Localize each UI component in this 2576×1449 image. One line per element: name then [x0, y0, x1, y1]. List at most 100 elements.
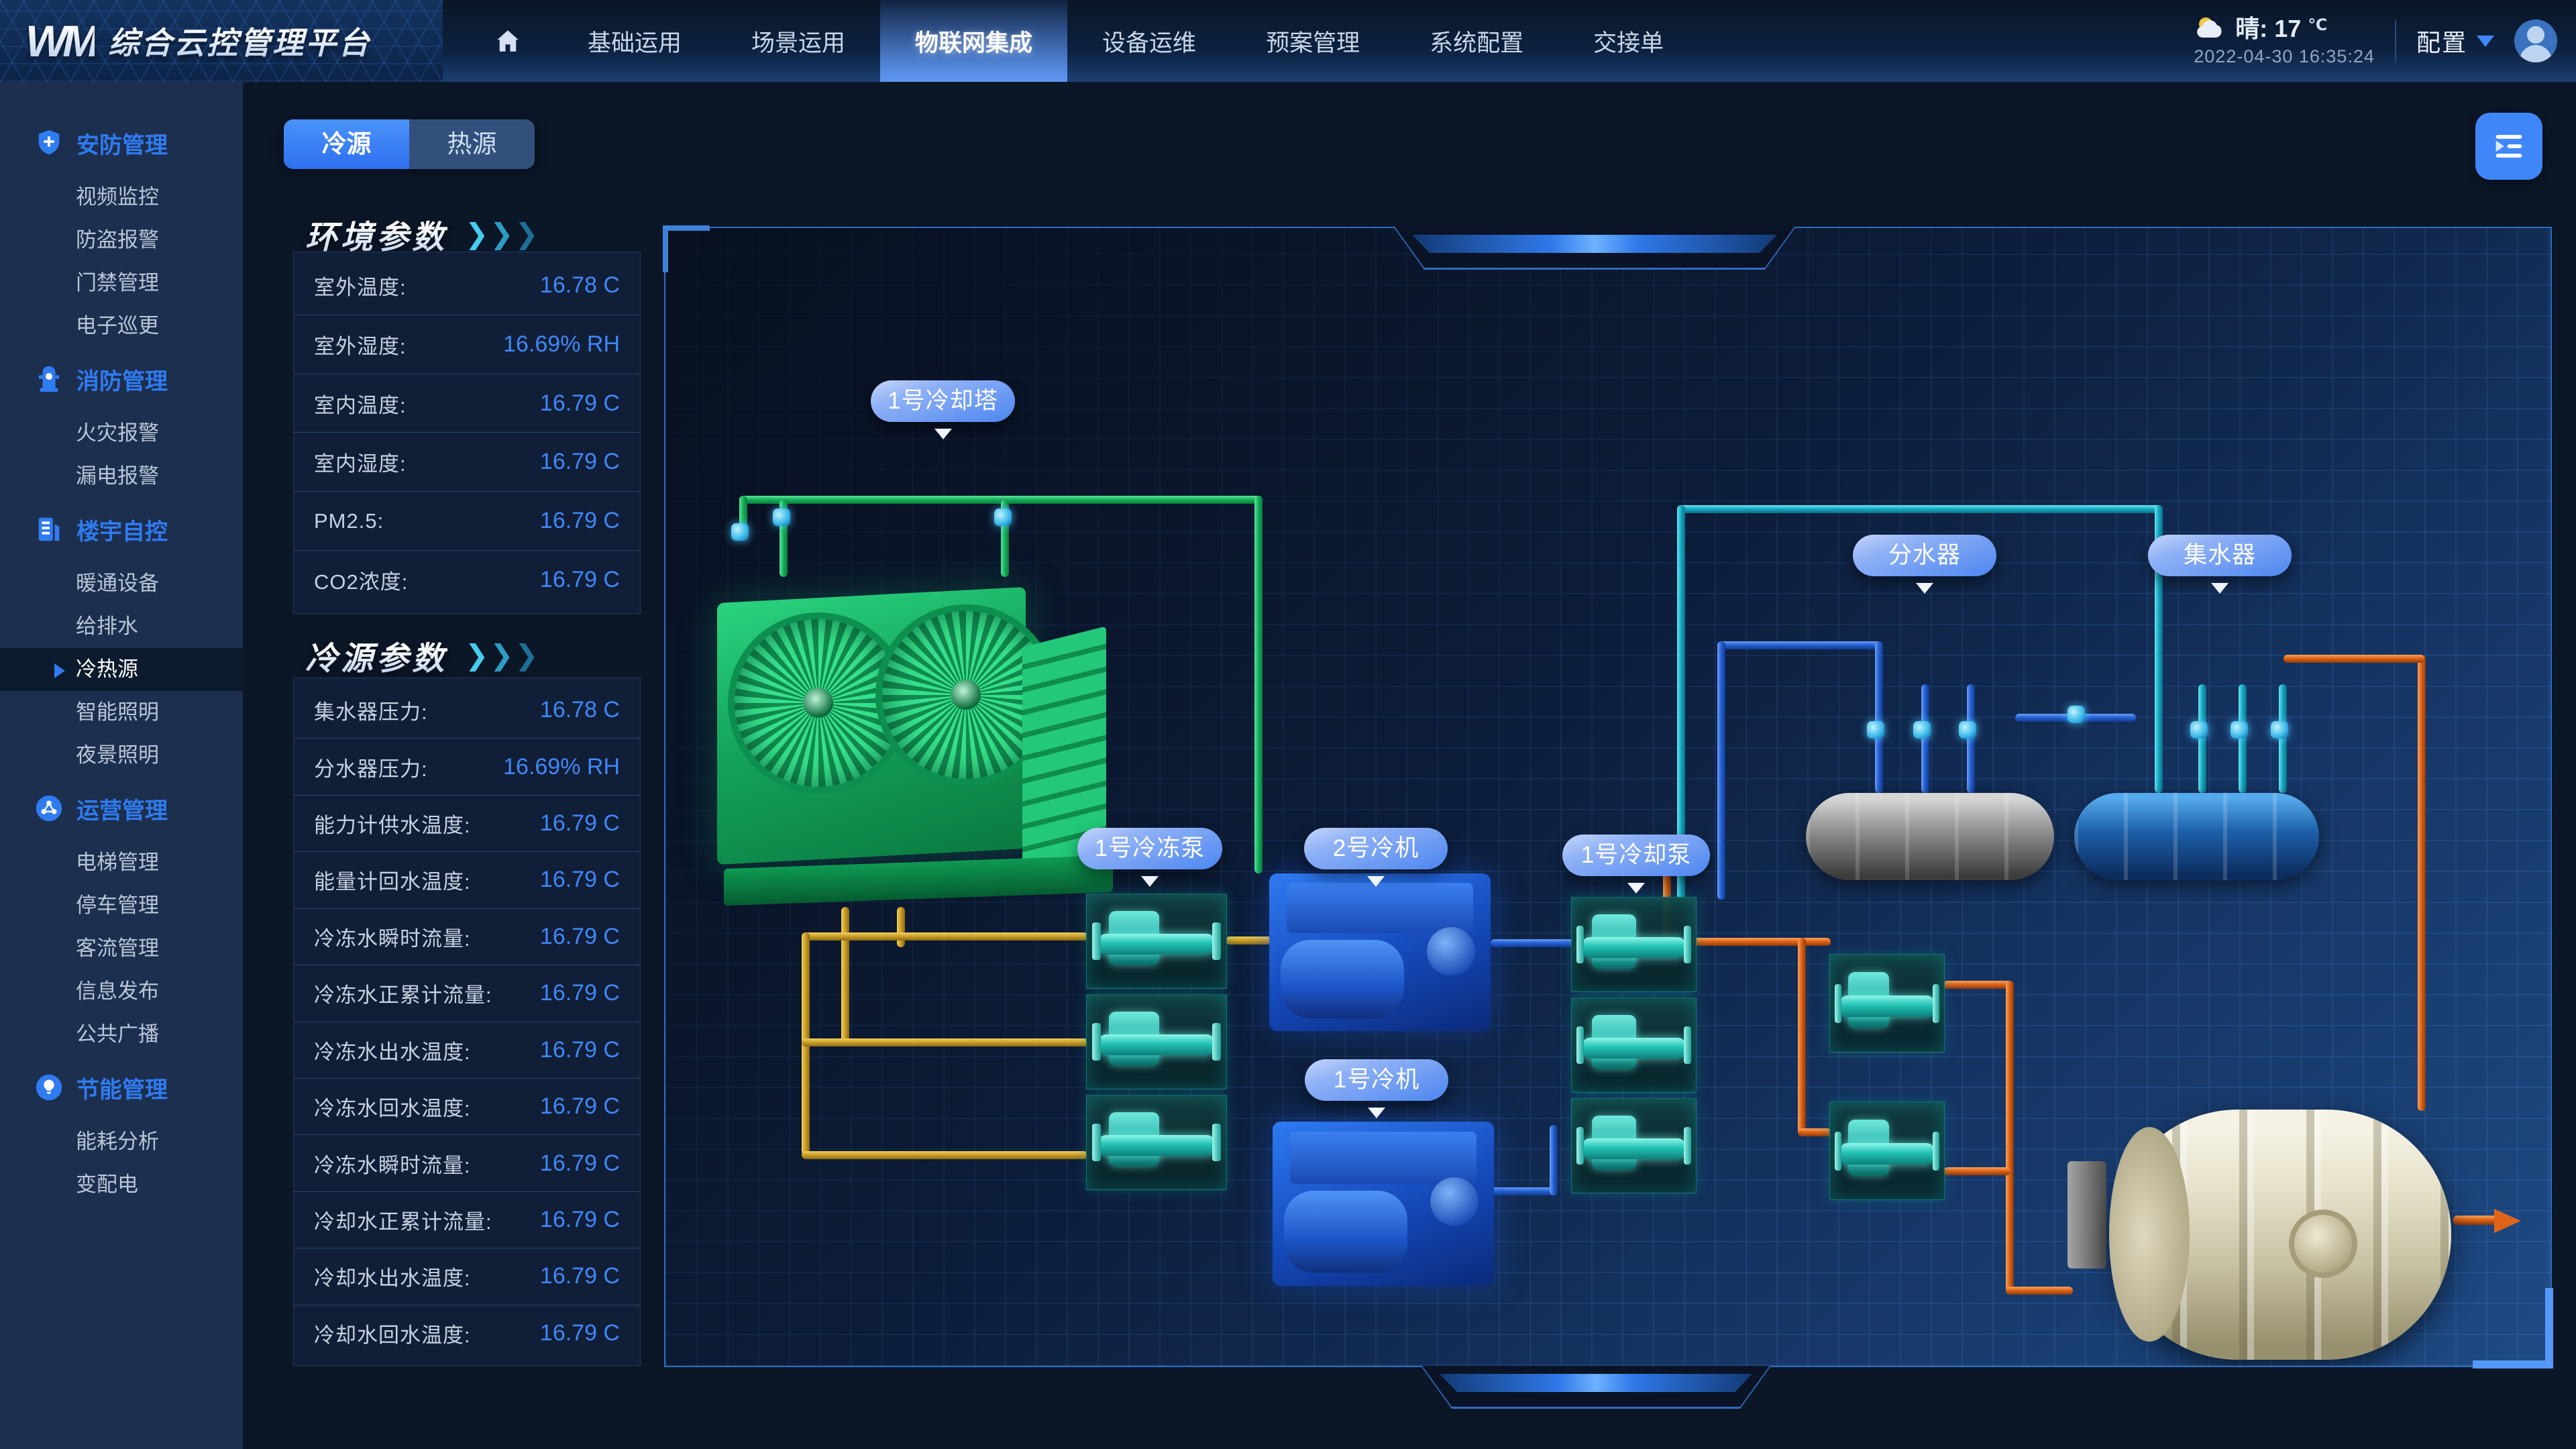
weather-unit: ℃ — [2308, 16, 2327, 35]
sidebar-item-hvac[interactable]: 暖通设备 — [0, 562, 243, 605]
chiller-1[interactable] — [1273, 1122, 1494, 1286]
sidebar-header-label: 节能管理 — [76, 1071, 168, 1104]
param-label: 冷却水回水温度: — [314, 1318, 471, 1348]
sidebar-item-label: 冷热源 — [76, 657, 138, 681]
hvac-diagram: 1号冷却塔 分水器 集水器 1号冷冻泵 2号冷机 1号冷却泵 1号冷机 — [664, 227, 2552, 1367]
param-label: 室内温度: — [314, 388, 407, 419]
top-navbar: WM 综合云控管理平台 基础运用 场景运用 物联网集成 设备运维 预案管理 系统… — [0, 0, 2576, 82]
condenser-pump-2[interactable] — [1829, 1102, 1945, 1200]
label-water-collector[interactable]: 集水器 — [2148, 535, 2292, 576]
param-label: 室外湿度: — [314, 329, 407, 360]
sidebar-item-burglar[interactable]: 防盗报警 — [0, 219, 243, 262]
boiler-connector-box — [2068, 1161, 2106, 1269]
storage-boiler-tank[interactable] — [2113, 1110, 2451, 1360]
label-water-divider[interactable]: 分水器 — [1853, 535, 1996, 576]
sidebar-item-passenger[interactable]: 客流管理 — [0, 927, 243, 970]
water-collector-tank[interactable] — [2074, 793, 2319, 880]
triple-chevron-icon: ❯❯❯ — [465, 641, 539, 669]
label-chiller-1[interactable]: 1号冷机 — [1305, 1059, 1448, 1101]
param-label: 冷却水正累计流量: — [314, 1205, 492, 1235]
sidebar-item-leakage[interactable]: 漏电报警 — [0, 455, 243, 498]
sidebar-item-infopub[interactable]: 信息发布 — [0, 970, 243, 1013]
sidebar-item-powerdist[interactable]: 变配电 — [0, 1163, 243, 1206]
tab-cold-source[interactable]: 冷源 — [284, 119, 409, 169]
avatar[interactable] — [2514, 19, 2557, 62]
label-cooling-tower-1[interactable]: 1号冷却塔 — [871, 380, 1015, 422]
param-label: 分水器压力: — [314, 752, 428, 782]
frame-notch-bottom — [1421, 1366, 1771, 1409]
config-dropdown[interactable]: 配置 — [2416, 23, 2494, 58]
sidebar-item-elevator[interactable]: 电梯管理 — [0, 841, 243, 884]
param-label: 能力计供水温度: — [314, 808, 471, 839]
sidebar-item-nightlight[interactable]: 夜景照明 — [0, 734, 243, 777]
boiler-hatch — [2289, 1210, 2357, 1278]
sidebar-item-broadcast[interactable]: 公共广播 — [0, 1013, 243, 1056]
valve-icon — [994, 508, 1012, 526]
param-label: 冷冻水瞬时流量: — [314, 922, 471, 952]
sidebar-header-fire[interactable]: 消防管理 — [0, 356, 243, 402]
pipe-blue-supply — [1717, 641, 1882, 649]
valve-icon — [2271, 721, 2288, 739]
sidebar-group-fire: 消防管理 火灾报警 漏电报警 — [0, 356, 243, 498]
nav-item-sysconfig[interactable]: 系统配置 — [1395, 0, 1558, 82]
sidebar-item-video[interactable]: 视频监控 — [0, 176, 243, 219]
cooling-water-pump-3[interactable] — [1571, 1098, 1697, 1193]
pipe-green-return — [1254, 496, 1263, 873]
tab-heat-source[interactable]: 热源 — [409, 119, 535, 169]
nav-item-iot[interactable]: 物联网集成 — [880, 0, 1067, 82]
cooling-water-pump-1[interactable] — [1571, 897, 1697, 992]
param-row: 冷却水出水温度:16.79 C — [294, 1248, 640, 1305]
sidebar-item-smartlight[interactable]: 智能照明 — [0, 691, 243, 734]
sidebar-header-ops[interactable]: 运营管理 — [0, 785, 243, 832]
valve-icon — [2190, 721, 2208, 739]
param-value: 16.79 C — [540, 1150, 620, 1177]
orange-nozzle-icon — [2494, 1209, 2521, 1233]
cooling-water-pump-2[interactable] — [1571, 998, 1697, 1093]
label-chilled-pump-1[interactable]: 1号冷冻泵 — [1077, 828, 1222, 869]
nav-item-handover[interactable]: 交接单 — [1558, 0, 1699, 82]
param-label: 冷冻水出水温度: — [314, 1035, 471, 1065]
valve-icon — [1959, 721, 1976, 739]
param-row: 冷冻水出水温度:16.79 C — [294, 1022, 640, 1079]
sidebar-header-energy[interactable]: 节能管理 — [0, 1064, 243, 1111]
nav-item-devops[interactable]: 设备运维 — [1067, 0, 1231, 82]
label-cooling-pump-1[interactable]: 1号冷却泵 — [1562, 835, 1710, 876]
label-chiller-2[interactable]: 2号冷机 — [1304, 828, 1448, 869]
sidebar-item-firealarm[interactable]: 火灾报警 — [0, 412, 243, 455]
pipe-yellow-feed — [802, 1151, 1088, 1159]
nav-item-basic[interactable]: 基础运用 — [553, 0, 716, 82]
sidebar-item-access[interactable]: 门禁管理 — [0, 262, 243, 305]
param-label: 集水器压力: — [314, 695, 428, 725]
chilled-water-pump-3[interactable] — [1086, 1095, 1227, 1190]
sidebar-item-coldheat-active[interactable]: 冷热源 — [0, 648, 243, 691]
pipe-orange-downcomer — [2006, 981, 2014, 1295]
collapse-panel-button[interactable] — [2475, 113, 2542, 180]
param-label: 冷冻水瞬时流量: — [314, 1148, 471, 1179]
condenser-pump-1[interactable] — [1829, 954, 1945, 1053]
nav-item-plan[interactable]: 预案管理 — [1231, 0, 1395, 82]
section-title-text: 环境参数 — [305, 211, 447, 258]
water-divider-tank[interactable] — [1806, 793, 2054, 880]
sidebar-item-drainage[interactable]: 给排水 — [0, 605, 243, 648]
chiller-2[interactable] — [1269, 873, 1491, 1031]
sidebar-item-parking[interactable]: 停车管理 — [0, 884, 243, 927]
sidebar-item-energyanalysis[interactable]: 能耗分析 — [0, 1120, 243, 1163]
param-value: 16.79 C — [540, 1093, 620, 1120]
param-row: PM2.5:16.79 C — [294, 492, 640, 551]
pipe-orange-pump-feed — [1798, 1128, 1831, 1136]
sidebar-header-bas[interactable]: 楼宇自控 — [0, 506, 243, 553]
pipe-blue-riser — [1550, 1125, 1558, 1195]
chilled-water-pump-2[interactable] — [1086, 994, 1227, 1089]
sidebar-item-patrol[interactable]: 电子巡更 — [0, 305, 243, 347]
nav-item-scene[interactable]: 场景运用 — [716, 0, 880, 82]
chilled-water-pump-1[interactable] — [1086, 894, 1227, 989]
param-value: 16.78 C — [540, 272, 620, 299]
nav-home[interactable] — [463, 0, 553, 82]
sidebar-header-security[interactable]: 安防管理 — [0, 119, 243, 166]
cooling-tower[interactable] — [717, 575, 1106, 910]
param-row: 室外温度:16.78 C — [294, 256, 640, 315]
param-row: 分水器压力:16.69% RH — [294, 739, 640, 795]
sidebar-group-energy: 节能管理 能耗分析 变配电 — [0, 1064, 243, 1206]
param-value: 16.79 C — [540, 810, 620, 837]
pipe-blue-supply-riser — [1717, 641, 1725, 900]
